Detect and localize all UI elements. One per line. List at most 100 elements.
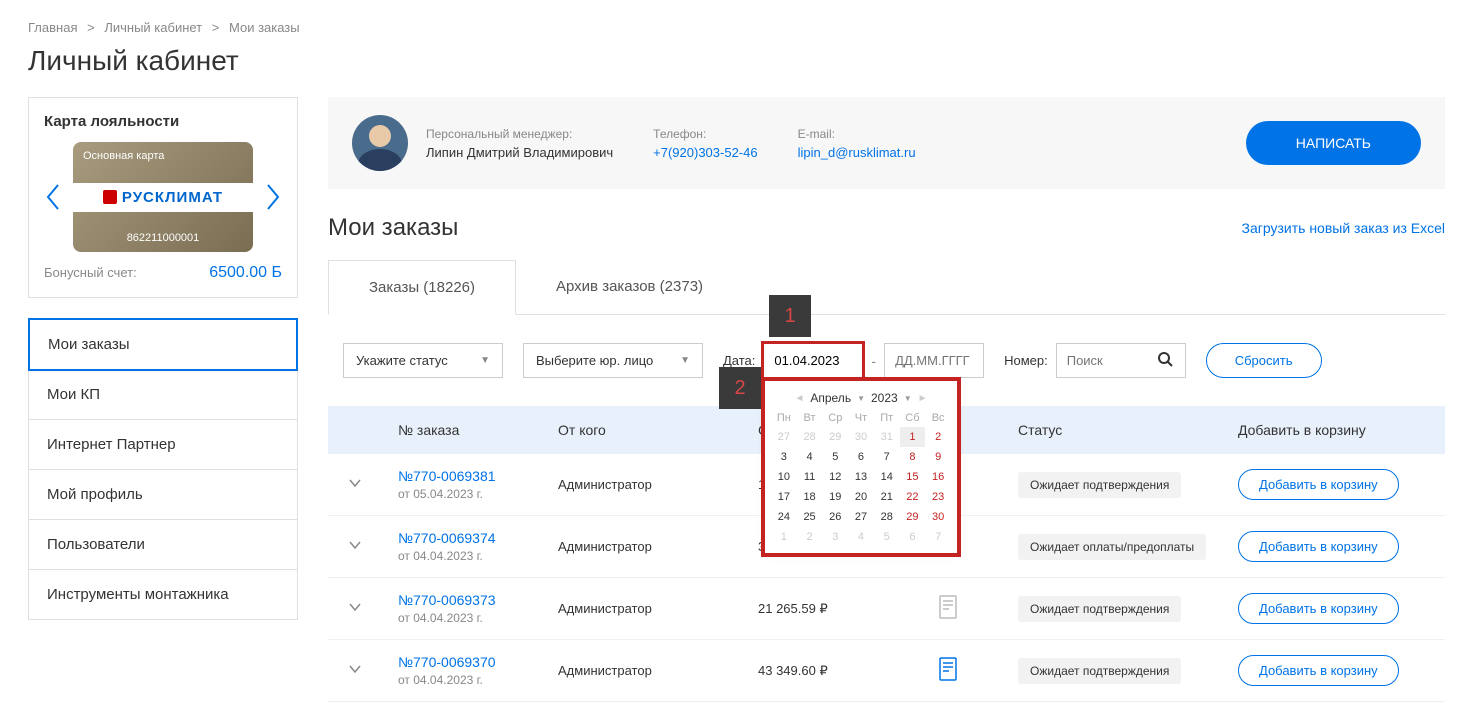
datepicker-day[interactable]: 11 bbox=[797, 467, 823, 487]
datepicker-day[interactable]: 10 bbox=[771, 467, 797, 487]
datepicker-next-icon[interactable]: ► bbox=[918, 393, 928, 404]
page-title: Личный кабинет bbox=[28, 45, 1445, 77]
datepicker-day[interactable]: 15 bbox=[900, 467, 926, 487]
sidebar-item-users[interactable]: Пользователи bbox=[29, 520, 297, 570]
entity-select[interactable]: Выберите юр. лицо ▼ bbox=[523, 343, 703, 378]
datepicker-year[interactable]: 2023 bbox=[871, 391, 898, 405]
datepicker-day[interactable]: 6 bbox=[900, 527, 926, 547]
datepicker-day[interactable]: 20 bbox=[848, 487, 874, 507]
datepicker-month[interactable]: Апрель bbox=[810, 391, 851, 405]
datepicker-day[interactable]: 2 bbox=[797, 527, 823, 547]
datepicker-day[interactable]: 9 bbox=[925, 447, 951, 467]
manager-label: Персональный менеджер: bbox=[426, 127, 613, 141]
order-number-link[interactable]: №770-0069374 bbox=[398, 530, 496, 546]
breadcrumb-home[interactable]: Главная bbox=[28, 20, 77, 35]
order-number-link[interactable]: №770-0069373 bbox=[398, 592, 496, 608]
order-number-link[interactable]: №770-0069370 bbox=[398, 654, 496, 670]
datepicker-day[interactable]: 2 bbox=[925, 427, 951, 447]
datepicker-day[interactable]: 17 bbox=[771, 487, 797, 507]
date-to-input[interactable] bbox=[884, 343, 984, 378]
datepicker-day[interactable]: 12 bbox=[822, 467, 848, 487]
datepicker-day[interactable]: 18 bbox=[797, 487, 823, 507]
datepicker-day[interactable]: 1 bbox=[900, 427, 926, 447]
datepicker-dow: Ср bbox=[822, 409, 848, 427]
datepicker-day[interactable]: 5 bbox=[874, 527, 900, 547]
datepicker-day[interactable]: 7 bbox=[925, 527, 951, 547]
datepicker-day[interactable]: 4 bbox=[797, 447, 823, 467]
datepicker-day[interactable]: 30 bbox=[925, 507, 951, 527]
datepicker-day[interactable]: 31 bbox=[874, 427, 900, 447]
upload-excel-link[interactable]: Загрузить новый заказ из Excel bbox=[1242, 220, 1445, 236]
expand-icon[interactable] bbox=[348, 478, 362, 493]
datepicker-day[interactable]: 27 bbox=[771, 427, 797, 447]
search-input[interactable] bbox=[1067, 344, 1157, 377]
datepicker-day[interactable]: 29 bbox=[822, 427, 848, 447]
status-badge: Ожидает подтверждения bbox=[1018, 596, 1181, 622]
status-select[interactable]: Укажите статус ▼ bbox=[343, 343, 503, 378]
datepicker-day[interactable]: 30 bbox=[848, 427, 874, 447]
datepicker-day[interactable]: 6 bbox=[848, 447, 874, 467]
chevron-down-icon: ▼ bbox=[680, 355, 690, 366]
manager-phone[interactable]: +7(920)303-52-46 bbox=[653, 145, 757, 160]
expand-icon[interactable] bbox=[348, 602, 362, 617]
write-button[interactable]: НАПИСАТЬ bbox=[1246, 121, 1421, 165]
reset-button[interactable]: Сбросить bbox=[1206, 343, 1322, 378]
datepicker-day[interactable]: 23 bbox=[925, 487, 951, 507]
document-icon[interactable] bbox=[938, 669, 958, 684]
sidebar-item-tools[interactable]: Инструменты монтажника bbox=[29, 570, 297, 619]
card-number: 862211000001 bbox=[73, 232, 253, 244]
order-number-link[interactable]: №770-0069381 bbox=[398, 468, 496, 484]
document-icon[interactable] bbox=[938, 607, 958, 622]
datepicker-day[interactable]: 13 bbox=[848, 467, 874, 487]
datepicker-day[interactable]: 3 bbox=[771, 447, 797, 467]
datepicker-day[interactable]: 19 bbox=[822, 487, 848, 507]
order-date: от 05.04.2023 г. bbox=[398, 487, 558, 501]
add-to-cart-button[interactable]: Добавить в корзину bbox=[1238, 655, 1399, 686]
sidebar-item-kp[interactable]: Мои КП bbox=[29, 370, 297, 420]
datepicker-day[interactable]: 1 bbox=[771, 527, 797, 547]
datepicker-day[interactable]: 3 bbox=[822, 527, 848, 547]
date-from-input[interactable] bbox=[763, 343, 863, 378]
carousel-next-icon[interactable] bbox=[262, 177, 282, 217]
sidebar-item-orders[interactable]: Мои заказы bbox=[28, 318, 298, 371]
tab-archive[interactable]: Архив заказов (2373) bbox=[516, 260, 743, 314]
datepicker-day[interactable]: 5 bbox=[822, 447, 848, 467]
expand-icon[interactable] bbox=[348, 540, 362, 555]
status-badge: Ожидает оплаты/предоплаты bbox=[1018, 534, 1206, 560]
datepicker-day[interactable]: 16 bbox=[925, 467, 951, 487]
annotation-marker-2: 2 bbox=[719, 367, 761, 409]
phone-label: Телефон: bbox=[653, 127, 757, 141]
datepicker-day[interactable]: 26 bbox=[822, 507, 848, 527]
search-icon[interactable] bbox=[1157, 351, 1173, 370]
datepicker-day[interactable]: 4 bbox=[848, 527, 874, 547]
breadcrumb-account[interactable]: Личный кабинет bbox=[104, 20, 202, 35]
add-to-cart-button[interactable]: Добавить в корзину bbox=[1238, 593, 1399, 624]
datepicker-day[interactable]: 28 bbox=[874, 507, 900, 527]
datepicker-day[interactable]: 25 bbox=[797, 507, 823, 527]
manager-email[interactable]: lipin_d@rusklimat.ru bbox=[798, 145, 916, 160]
datepicker-day[interactable]: 8 bbox=[900, 447, 926, 467]
manager-name: Липин Дмитрий Владимирович bbox=[426, 145, 613, 160]
datepicker-day[interactable]: 27 bbox=[848, 507, 874, 527]
datepicker-day[interactable]: 29 bbox=[900, 507, 926, 527]
datepicker-day[interactable]: 7 bbox=[874, 447, 900, 467]
add-to-cart-button[interactable]: Добавить в корзину bbox=[1238, 531, 1399, 562]
datepicker-day[interactable]: 24 bbox=[771, 507, 797, 527]
date-separator: - bbox=[871, 353, 876, 369]
tab-orders[interactable]: Заказы (18226) bbox=[328, 260, 516, 315]
order-cost: 43 349.60 ₽ bbox=[758, 663, 938, 679]
expand-icon[interactable] bbox=[348, 664, 362, 679]
datepicker-dow: Сб bbox=[900, 409, 926, 427]
datepicker-day[interactable]: 28 bbox=[797, 427, 823, 447]
sidebar-item-profile[interactable]: Мой профиль bbox=[29, 470, 297, 520]
datepicker-prev-icon[interactable]: ◄ bbox=[794, 393, 804, 404]
datepicker-day[interactable]: 21 bbox=[874, 487, 900, 507]
datepicker-day[interactable]: 14 bbox=[874, 467, 900, 487]
bonus-value[interactable]: 6500.00 Б bbox=[209, 264, 282, 282]
add-to-cart-button[interactable]: Добавить в корзину bbox=[1238, 469, 1399, 500]
sidebar-item-partner[interactable]: Интернет Партнер bbox=[29, 420, 297, 470]
order-date: от 04.04.2023 г. bbox=[398, 611, 558, 625]
loyalty-card-image[interactable]: Основная карта РУСКЛИМАТ 862211000001 bbox=[73, 142, 253, 252]
carousel-prev-icon[interactable] bbox=[44, 177, 64, 217]
datepicker-day[interactable]: 22 bbox=[900, 487, 926, 507]
